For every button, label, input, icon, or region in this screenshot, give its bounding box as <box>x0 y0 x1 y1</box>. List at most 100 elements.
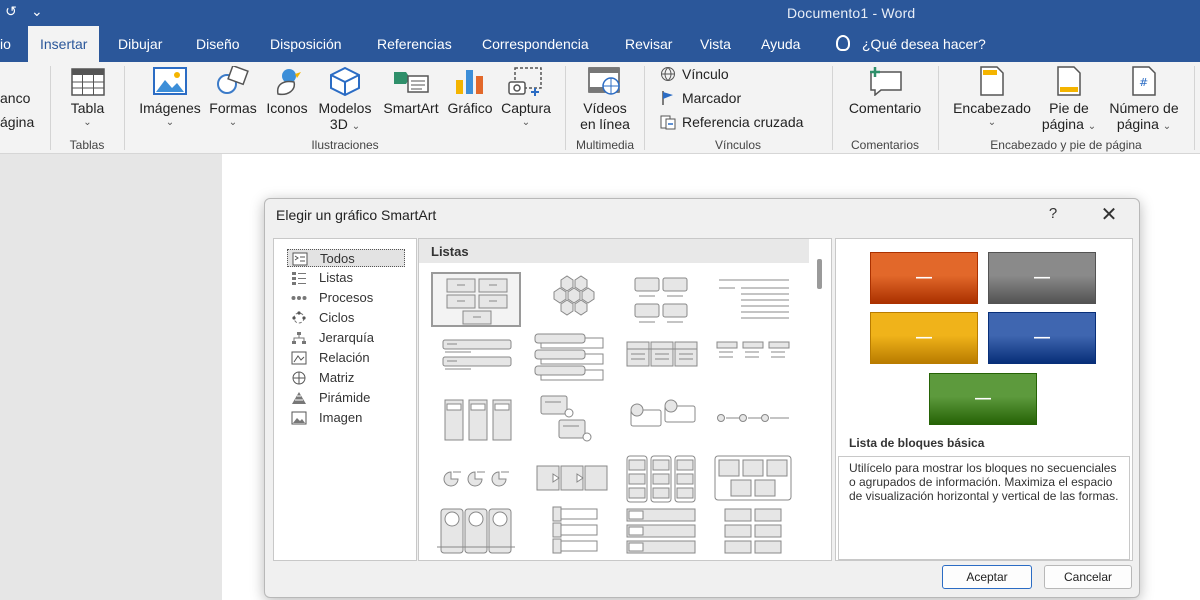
layout-stacked-list[interactable] <box>531 332 621 387</box>
chart-button[interactable]: Gráfico <box>444 66 496 116</box>
framed-block-list-icon <box>714 455 792 501</box>
shapes-button[interactable]: Formas ⌄ <box>206 66 260 128</box>
category-label: Procesos <box>319 290 374 305</box>
preview-block-blue: — <box>988 312 1096 364</box>
category-imagen[interactable]: Imagen <box>287 409 405 427</box>
layout-vertical-bullet-list[interactable] <box>431 332 521 387</box>
chevron-down-icon: ⌄ <box>1087 121 1097 132</box>
grouped-boxes-list-icon <box>634 277 688 323</box>
blank-page-line2[interactable]: ágina <box>0 112 34 132</box>
category-ciclos[interactable]: Ciclos <box>287 309 405 327</box>
layout-name: Lista de bloques básica <box>849 436 985 450</box>
help-icon[interactable]: ? <box>1043 205 1063 222</box>
layout-chevron-list[interactable] <box>531 452 621 507</box>
cross-reference-button[interactable]: Referencia cruzada <box>660 112 803 132</box>
undo-icon[interactable]: ↺ <box>0 3 22 20</box>
picture-caption-list-icon <box>540 395 592 442</box>
cancel-button[interactable]: Cancelar <box>1044 565 1132 589</box>
category-relacion[interactable]: Relación <box>287 349 405 367</box>
matrix-icon <box>292 371 306 385</box>
hexagon-cluster-icon <box>553 275 595 316</box>
ribbon-separator <box>644 66 645 150</box>
layout-tall-tab-list[interactable] <box>531 505 621 560</box>
header-icon <box>980 66 1004 96</box>
smartart-button[interactable]: SmartArt <box>378 66 444 116</box>
preview-block-text: — <box>1034 329 1050 346</box>
screenshot-button[interactable]: Captura ⌄ <box>497 66 555 128</box>
tab-revisar[interactable]: Revisar <box>625 26 672 62</box>
blank-page-line1[interactable]: anco <box>0 88 30 108</box>
chart-label: Gráfico <box>447 100 493 116</box>
layout-basic-block-list[interactable] <box>431 272 521 327</box>
page-number-button[interactable]: # Número de página ⌄ <box>1103 66 1185 135</box>
layout-pie-accent-list[interactable] <box>431 452 521 507</box>
ok-button[interactable]: Aceptar <box>942 565 1032 589</box>
group-illustrations-label: Ilustraciones <box>311 138 379 152</box>
header-button[interactable]: Encabezado ⌄ <box>948 66 1036 128</box>
layout-picture-column-list[interactable] <box>431 505 521 560</box>
layout-block-grid-list[interactable] <box>709 505 799 560</box>
link-button[interactable]: Vínculo <box>660 64 729 84</box>
layout-tab-list[interactable] <box>617 452 707 507</box>
close-icon[interactable]: ✕ <box>1098 202 1120 227</box>
stacked-list-icon <box>534 333 604 381</box>
tab-diseno[interactable]: Diseño <box>196 26 240 62</box>
layout-bullet-dots-list[interactable] <box>709 392 799 447</box>
tab-insertar[interactable]: Insertar <box>28 26 100 62</box>
tell-me-box[interactable]: ¿Qué desea hacer? <box>836 26 986 62</box>
preview-block-gray: — <box>988 252 1096 304</box>
layout-description: Utilícelo para mostrar los bloques no se… <box>838 456 1130 560</box>
layout-hexagon-cluster[interactable] <box>531 272 621 327</box>
vertical-bullet-list-icon <box>442 339 512 370</box>
table-button[interactable]: Tabla ⌄ <box>60 68 115 128</box>
category-todos[interactable]: Todos <box>287 249 405 267</box>
layout-circle-accent-list[interactable] <box>617 392 707 447</box>
lightbulb-icon <box>836 35 850 52</box>
category-label: Relación <box>319 350 370 365</box>
tab-referencias[interactable]: Referencias <box>377 26 452 62</box>
category-jerarquia[interactable]: Jerarquía <box>287 329 405 347</box>
tab-vista[interactable]: Vista <box>700 26 731 62</box>
3d-models-button[interactable]: Modelos 3D ⌄ <box>313 66 377 135</box>
category-procesos[interactable]: Procesos <box>287 289 405 307</box>
bookmark-button[interactable]: Marcador <box>660 88 741 108</box>
layout-vertical-box-list[interactable] <box>431 392 521 447</box>
svg-text:#: # <box>1139 76 1148 89</box>
layout-framed-block-list[interactable] <box>709 452 799 507</box>
tab-list-icon <box>626 455 696 503</box>
footer-button[interactable]: Pie de página ⌄ <box>1036 66 1102 135</box>
images-button[interactable]: Imágenes ⌄ <box>136 66 204 128</box>
gallery-scrollbar[interactable] <box>817 259 822 289</box>
chevron-down-icon: ⌄ <box>165 117 175 128</box>
group-links-label: Vínculos <box>714 138 762 152</box>
dialog-title: Elegir un gráfico SmartArt <box>276 207 437 223</box>
cross-reference-icon <box>660 115 676 130</box>
horizontal-bullet-list-icon <box>716 341 790 358</box>
screenshot-icon <box>508 67 542 96</box>
category-piramide[interactable]: Pirámide <box>287 389 405 407</box>
picture-column-list-icon <box>437 508 515 554</box>
layout-grouped-boxes-list[interactable] <box>617 272 707 327</box>
layout-picture-caption-list[interactable] <box>531 392 621 447</box>
layout-labeled-stack-list[interactable] <box>617 505 707 560</box>
tab-ayuda[interactable]: Ayuda <box>761 26 800 62</box>
gallery-section-header: Listas <box>419 239 809 263</box>
footer-label-line1: Pie de <box>1049 100 1089 116</box>
ribbon-separator <box>124 66 125 150</box>
all-icon <box>292 252 308 266</box>
gallery-section-label: Listas <box>431 244 469 259</box>
tab-correspondencia[interactable]: Correspondencia <box>482 26 589 62</box>
layout-lined-list[interactable] <box>709 272 799 327</box>
qat-more-icon[interactable]: ⌄ <box>26 3 48 20</box>
online-video-button[interactable]: Vídeos en línea <box>574 66 636 132</box>
tab-inicio[interactable]: io <box>0 26 11 62</box>
layout-table-list[interactable] <box>617 332 707 387</box>
icons-button[interactable]: Iconos <box>262 66 312 116</box>
new-comment-button[interactable]: Comentario <box>842 66 928 116</box>
tab-disposicion[interactable]: Disposición <box>270 26 342 62</box>
preview-block-gold: — <box>870 312 978 364</box>
category-matriz[interactable]: Matriz <box>287 369 405 387</box>
tab-dibujar[interactable]: Dibujar <box>118 26 162 62</box>
layout-horizontal-bullet-list[interactable] <box>709 332 799 387</box>
category-listas[interactable]: Listas <box>287 269 405 287</box>
